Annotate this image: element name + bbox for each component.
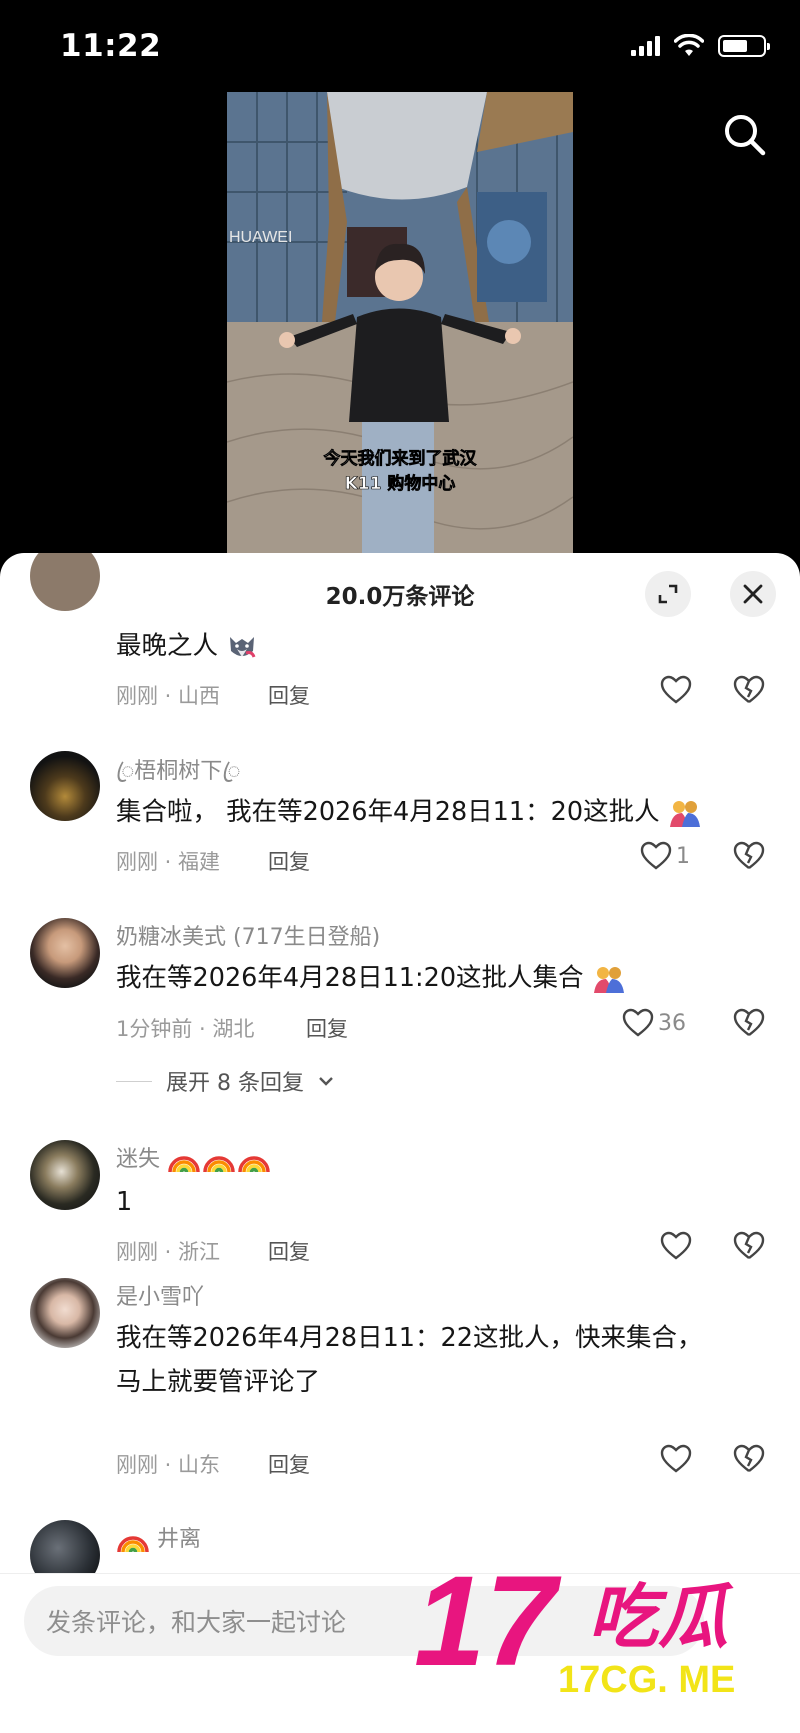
reply-button[interactable]: 回复 (306, 1013, 348, 1043)
like-count: 36 (658, 1010, 686, 1036)
watermark-logo-number: 17 (414, 1555, 562, 1693)
cellular-signal-icon (631, 36, 660, 56)
comment-meta: 刚刚 · 山东 (116, 1453, 221, 1477)
comment-text: 1 (116, 1187, 133, 1217)
like-button[interactable] (660, 1444, 692, 1474)
divider (116, 1080, 152, 1082)
comment-text: 最晚之人 (116, 623, 258, 669)
like-button[interactable]: 1 (640, 841, 690, 871)
dislike-button[interactable] (733, 675, 765, 709)
heart-icon (640, 841, 672, 870)
comment-input-placeholder: 发条评论，和大家一起讨论 (46, 1608, 347, 1637)
comment-username[interactable]: 是小雪吖 (116, 1279, 204, 1311)
reply-button[interactable]: 回复 (268, 1236, 310, 1266)
search-icon (725, 115, 766, 156)
status-time: 11:22 (60, 28, 162, 64)
comment-username[interactable]: 迷失 (116, 1141, 271, 1175)
comment-text: 我在等2026年4月28日11:20这批人集合 (116, 955, 626, 1001)
status-bar: 11:22 (0, 0, 800, 90)
heart-icon (660, 1231, 692, 1260)
watermark-logo: 17 吃瓜 17CG. ME (410, 1550, 790, 1705)
video-player[interactable]: HUAWEI 今天我们来到了武汉 K11 购物中心 (227, 92, 573, 562)
broken-heart-icon (733, 1444, 765, 1472)
watermark-logo-chars: 吃瓜 (588, 1576, 734, 1658)
expand-icon (658, 584, 678, 604)
wifi-icon (674, 34, 704, 56)
status-icons (631, 34, 770, 58)
comment-text-line2: 马上就要管评论了 (116, 1367, 321, 1397)
comment-text: 集合啦， 我在等2026年4月28日11：20这批人 (116, 789, 702, 835)
video-scene: HUAWEI 今天我们来到了武汉 K11 购物中心 (227, 92, 573, 562)
comment-meta: 1分钟前 · 湖北 (116, 1017, 255, 1041)
reply-button[interactable]: 回复 (268, 680, 310, 710)
comment-meta: 刚刚 · 浙江 (116, 1240, 221, 1264)
avatar[interactable] (30, 918, 100, 988)
comment-username[interactable]: 奶糖冰美式 (717生日登船) (116, 919, 380, 951)
broken-heart-icon (733, 841, 765, 869)
expand-replies-button[interactable]: 展开 8 条回复 (116, 1065, 334, 1097)
wolf-emoji-icon (230, 637, 256, 658)
svg-text:今天我们来到了武汉: 今天我们来到了武汉 (324, 448, 478, 469)
dislike-button[interactable] (733, 841, 765, 875)
svg-text:K11 购物中心: K11 购物中心 (345, 473, 456, 494)
rainbow-emoji-icon (168, 1156, 270, 1173)
expand-sheet-button[interactable] (645, 571, 691, 617)
expand-replies-label: 展开 8 条回复 (166, 1071, 304, 1096)
reply-button[interactable]: 回复 (268, 846, 310, 876)
broken-heart-icon (733, 1008, 765, 1036)
dislike-button[interactable] (733, 1444, 765, 1478)
watermark-site: 17CG. ME (558, 1659, 735, 1701)
comment-meta: 刚刚 · 福建 (116, 850, 221, 874)
like-button[interactable] (660, 675, 692, 705)
sheet-header: 20.0万条评论 (0, 553, 800, 629)
hug-emoji-icon (669, 801, 700, 827)
dislike-button[interactable] (733, 1008, 765, 1042)
chevron-down-icon (319, 1077, 333, 1086)
dislike-button[interactable] (733, 1231, 765, 1265)
like-count: 1 (676, 843, 690, 869)
svg-text:HUAWEI: HUAWEI (229, 229, 292, 246)
search-button[interactable] (722, 112, 768, 158)
heart-icon (622, 1008, 654, 1037)
broken-heart-icon (733, 675, 765, 703)
avatar[interactable] (30, 1278, 100, 1348)
hug-emoji-icon (593, 967, 624, 993)
rainbow-emoji-icon (117, 1536, 149, 1553)
avatar[interactable] (30, 751, 100, 821)
close-button[interactable] (730, 571, 776, 617)
comment-text: 我在等2026年4月28日11：22这批人，快来集合， (116, 1323, 703, 1353)
like-button[interactable] (660, 1231, 692, 1261)
heart-icon (660, 1444, 692, 1473)
battery-icon (718, 35, 770, 57)
avatar[interactable] (30, 1140, 100, 1210)
heart-icon (660, 675, 692, 704)
reply-button[interactable]: 回复 (268, 1449, 310, 1479)
comment-username[interactable]: 井离 (116, 1521, 201, 1555)
like-button[interactable]: 36 (622, 1008, 686, 1038)
broken-heart-icon (733, 1231, 765, 1259)
close-icon (743, 584, 763, 604)
comment-meta: 刚刚 · 山西 (116, 684, 221, 708)
